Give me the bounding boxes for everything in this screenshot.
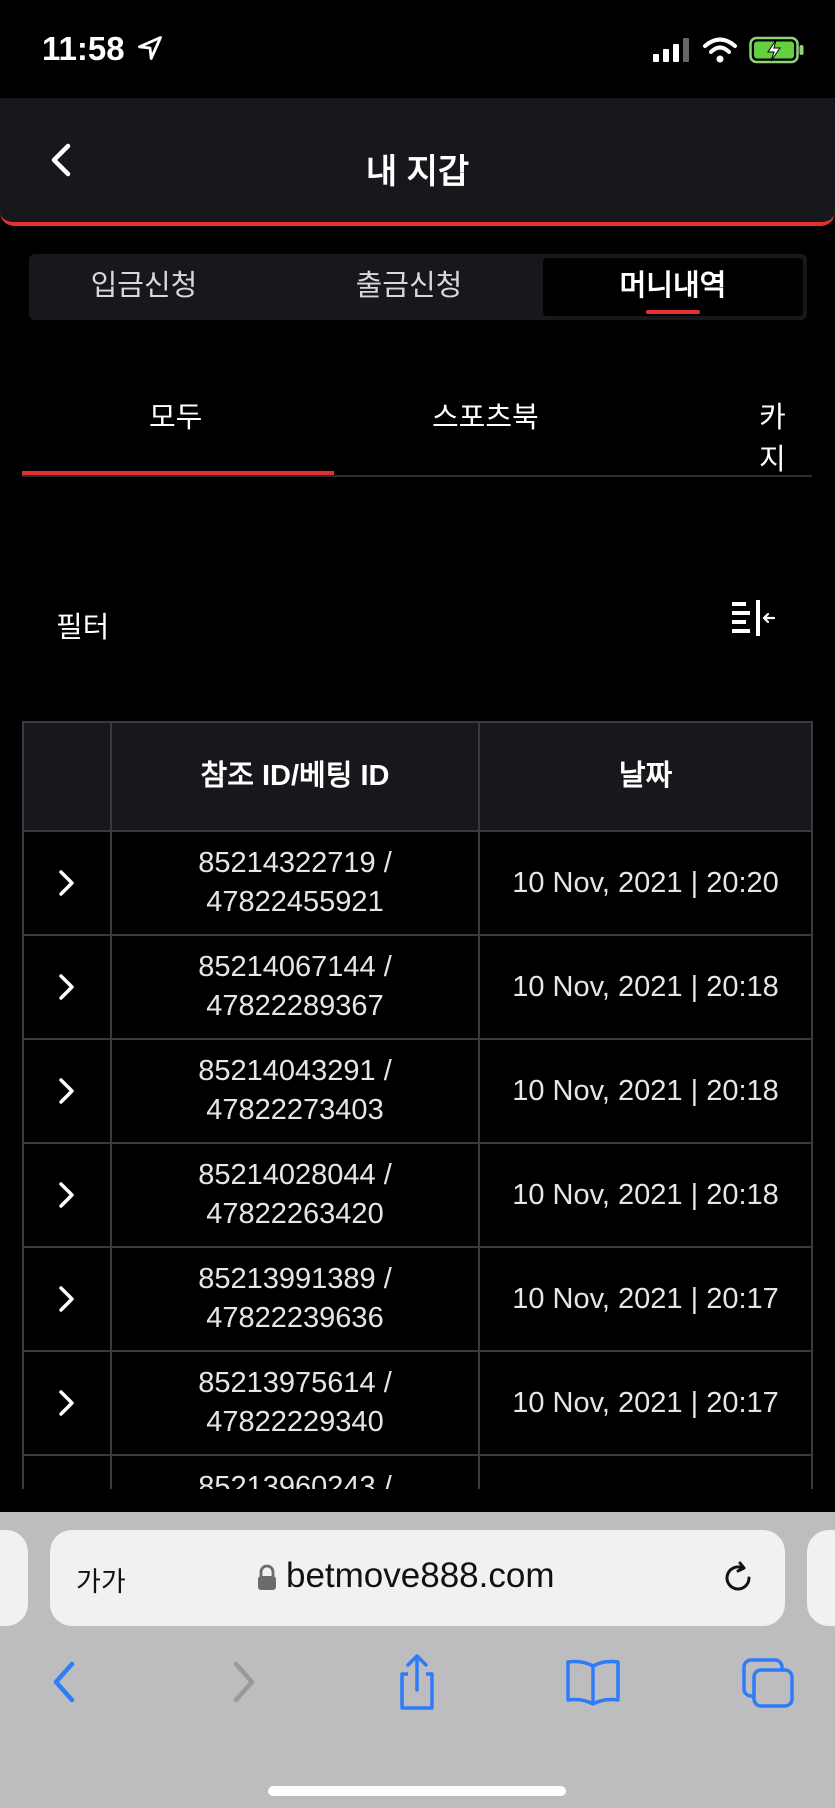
share-button[interactable] [382, 1652, 452, 1712]
browser-forward-button[interactable] [208, 1652, 278, 1712]
bet-id: 47822273403 [206, 1094, 384, 1126]
date-cell: 10 Nov, 2021 | 20:18 [512, 971, 779, 1003]
browser-back-button[interactable] [30, 1652, 100, 1712]
history-table: 참조 ID/베팅 ID 날짜 85214322719 / 47822455921 … [22, 721, 813, 1489]
status-bar: 11:58 [0, 0, 835, 100]
table-row[interactable]: 85214322719 / 47822455921 10 Nov, 2021 | … [22, 832, 813, 936]
bet-id: 47822263420 [206, 1198, 384, 1230]
ref-id: 85213975614 / [198, 1367, 392, 1399]
date-cell: 10 Nov, 2021 | 20:20 [512, 867, 779, 899]
lock-icon [256, 1564, 278, 1597]
previous-tab-preview[interactable] [0, 1530, 28, 1626]
ref-id-cell: 85213960243 / [112, 1456, 480, 1489]
tab-all[interactable]: 모두 [149, 394, 202, 436]
ref-id-cell: 85213991389 / 47822239636 [112, 1248, 480, 1350]
ref-id-cell: 85214322719 / 47822455921 [112, 832, 480, 934]
column-header-ref-id: 참조 ID/베팅 ID [112, 723, 480, 830]
expand-row-button[interactable] [24, 1352, 112, 1454]
tab-sportsbook[interactable]: 스포츠북 [432, 394, 539, 436]
segment-label: 출금신청 [355, 270, 463, 302]
expand-row-button[interactable] [24, 936, 112, 1038]
battery-charging-icon [749, 36, 805, 69]
chevron-right-icon [59, 1182, 74, 1208]
wallet-segmented-control: 입금신청 출금신청 머니내역 [29, 254, 807, 320]
date-cell: 10 Nov, 2021 | 20:18 [512, 1075, 779, 1107]
reload-icon [725, 1561, 751, 1591]
url-text[interactable]: betmove888.com [286, 1556, 554, 1596]
table-row[interactable]: 85213975614 / 47822229340 10 Nov, 2021 | … [22, 1352, 813, 1456]
segment-money-history[interactable]: 머니내역 [543, 258, 803, 316]
expand-row-button[interactable] [24, 1456, 112, 1489]
expand-column-header [24, 723, 112, 830]
ref-id-cell: 85214028044 / 47822263420 [112, 1144, 480, 1246]
page-title: 내 지갑 [365, 153, 470, 191]
book-icon [566, 1659, 620, 1706]
chevron-right-icon [59, 870, 74, 896]
cellular-signal-icon [651, 38, 691, 67]
reload-button[interactable] [719, 1558, 759, 1603]
date-cell: 10 Nov, 2021 | 20:18 [512, 1179, 779, 1211]
ref-id: 85213991389 / [198, 1263, 392, 1295]
chevron-right-icon [59, 974, 74, 1000]
bookmarks-button[interactable] [558, 1652, 628, 1712]
status-icons [651, 36, 805, 69]
filter-label: 필터 [56, 612, 110, 644]
expand-row-button[interactable] [24, 1040, 112, 1142]
chevron-left-icon [53, 1661, 75, 1703]
ref-id: 85214043291 / [198, 1055, 392, 1087]
chevron-right-icon [59, 1286, 74, 1312]
chevron-right-icon [59, 1390, 74, 1416]
bet-id: 47822289367 [206, 990, 384, 1022]
segment-label: 머니내역 [619, 270, 727, 302]
segment-label: 입금신청 [90, 270, 198, 302]
bet-id: 47822229340 [206, 1406, 384, 1438]
active-segment-indicator [646, 310, 700, 314]
home-indicator [268, 1786, 566, 1796]
ref-id-cell: 85213975614 / 47822229340 [112, 1352, 480, 1454]
table-row[interactable]: 85214028044 / 47822263420 10 Nov, 2021 | … [22, 1144, 813, 1248]
date-cell: 10 Nov, 2021 | 20:17 [512, 1387, 779, 1419]
app-header: 내 지갑 [0, 98, 835, 226]
date-cell: 10 Nov, 2021 | 20:17 [512, 1283, 779, 1315]
expand-row-button[interactable] [24, 1144, 112, 1246]
table-row[interactable]: 85214043291 / 47822273403 10 Nov, 2021 | … [22, 1040, 813, 1144]
segment-deposit[interactable]: 입금신청 [29, 254, 259, 320]
active-tab-indicator [22, 471, 334, 475]
expand-row-button[interactable] [24, 1248, 112, 1350]
bet-id: 47822455921 [206, 886, 384, 918]
table-row[interactable]: 85213991389 / 47822239636 10 Nov, 2021 | … [22, 1248, 813, 1352]
filter-button[interactable] [728, 596, 780, 642]
ref-id-cell: 85214067144 / 47822289367 [112, 936, 480, 1038]
chevron-right-icon [59, 1078, 74, 1104]
ref-id-cell: 85214043291 / 47822273403 [112, 1040, 480, 1142]
bet-id: 47822239636 [206, 1302, 384, 1334]
share-icon [400, 1654, 434, 1710]
location-arrow-icon [136, 34, 164, 67]
ref-id: 85213960243 / [198, 1471, 392, 1489]
ref-id: 85214067144 / [198, 951, 392, 983]
table-row[interactable]: 85213960243 / [22, 1456, 813, 1489]
status-time: 11:58 [42, 30, 125, 67]
browser-toolbar: 가가 betmove888.com [0, 1512, 835, 1808]
chevron-right-icon [233, 1661, 255, 1703]
segment-withdraw[interactable]: 출금신청 [294, 254, 524, 320]
filter-panel-icon [732, 600, 776, 636]
table-header: 참조 ID/베팅 ID 날짜 [22, 721, 813, 832]
date-cell [480, 1456, 811, 1489]
address-bar[interactable]: 가가 betmove888.com [50, 1530, 785, 1626]
text-size-button[interactable]: 가가 [76, 1560, 126, 1599]
tabs-icon [742, 1658, 794, 1708]
ref-id: 85214028044 / [198, 1159, 392, 1191]
column-header-date: 날짜 [618, 760, 673, 792]
tabs-button[interactable] [734, 1652, 804, 1712]
wifi-icon [703, 37, 737, 68]
category-tabs: 모두 스포츠북 카지 [22, 350, 812, 477]
expand-row-button[interactable] [24, 832, 112, 934]
ref-id: 85214322719 / [198, 847, 392, 879]
next-tab-preview[interactable] [807, 1530, 835, 1626]
table-row[interactable]: 85214067144 / 47822289367 10 Nov, 2021 | … [22, 936, 813, 1040]
tab-casino[interactable]: 카지 [759, 394, 812, 475]
